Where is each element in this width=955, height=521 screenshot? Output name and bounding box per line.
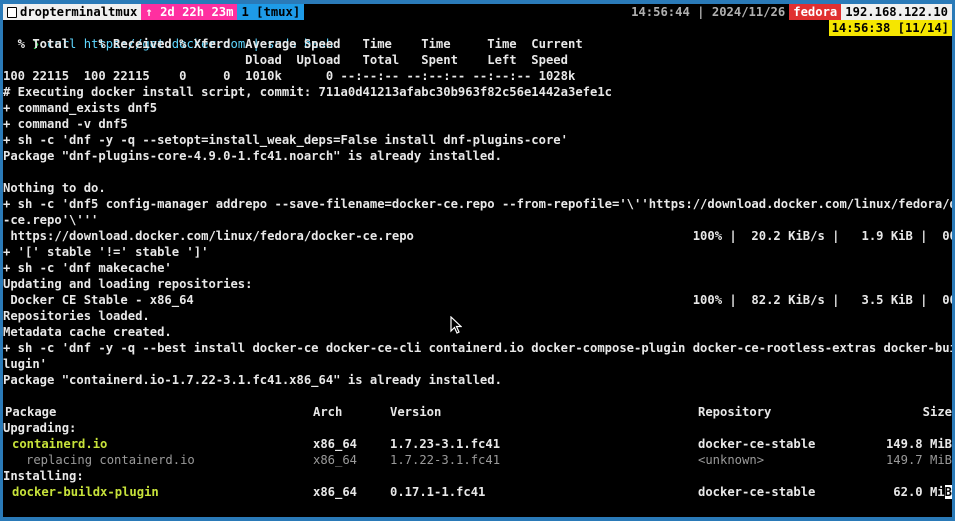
output-line: + command -v dnf5 bbox=[3, 117, 128, 131]
terminal-window[interactable]: dropterminaltmux ↑ 2d 22h 23m 1 [tmux] 1… bbox=[3, 4, 952, 517]
output-line: Package "containerd.io-1.7.22-3.1.fc41.x… bbox=[3, 373, 502, 387]
output-line: Nothing to do. bbox=[3, 181, 106, 195]
uptime-segment: ↑ 2d 22h 23m bbox=[141, 4, 238, 20]
output-lines: % Total % Received % Xferd Average Speed… bbox=[3, 36, 952, 404]
header-arch: Arch bbox=[313, 405, 343, 419]
output-line: + '[' stable '!=' stable ']' bbox=[3, 245, 209, 259]
session-segment[interactable]: dropterminaltmux bbox=[3, 4, 142, 20]
output-line: Package "dnf-plugins-core-4.9.0-1.fc41.n… bbox=[3, 149, 502, 163]
header-version: Version bbox=[390, 405, 442, 419]
package-arch: x86_64 bbox=[313, 485, 358, 499]
package-version: 0.17.1-1.fc41 bbox=[390, 485, 486, 499]
package-size-cell: 62.0 MiB bbox=[893, 484, 952, 500]
package-name: containerd.io bbox=[12, 437, 108, 451]
table-header: Package Arch Version Repository Size bbox=[3, 404, 952, 420]
upgrading-label: Upgrading: bbox=[3, 421, 77, 435]
date-text: 2024/11/26 bbox=[711, 5, 786, 19]
window-icon bbox=[7, 6, 17, 18]
session-name: dropterminaltmux bbox=[20, 5, 138, 19]
tmux-status-bar: dropterminaltmux ↑ 2d 22h 23m 1 [tmux] 1… bbox=[3, 4, 952, 20]
output-line: + sh -c 'dnf -y -q --setopt=install_weak… bbox=[3, 133, 568, 147]
output-line: Dload Upload Total Spent Left Speed bbox=[3, 53, 568, 67]
ip-segment: 192.168.122.10 bbox=[841, 4, 952, 20]
output-line: Docker CE Stable - x86_64 100% | 82.2 Ki… bbox=[3, 293, 952, 307]
package-arch: x86_64 bbox=[313, 437, 358, 451]
package-size: 149.8 MiB bbox=[885, 437, 952, 451]
output-line: % Total % Received % Xferd Average Speed… bbox=[3, 37, 583, 51]
package-size: 149.7 MiB bbox=[885, 453, 952, 467]
table-row: replacing containerd.io x86_64 1.7.22-3.… bbox=[3, 452, 952, 468]
window-tab[interactable]: 1 [tmux] bbox=[237, 4, 305, 20]
hostname-segment: fedora bbox=[789, 4, 842, 20]
package-repository: docker-ce-stable bbox=[698, 485, 816, 499]
table-row: docker-buildx-plugin x86_64 0.17.1-1.fc4… bbox=[3, 484, 952, 500]
header-size: Size bbox=[922, 405, 952, 419]
clock-segment: 14:56:44 | 2024/11/26 bbox=[627, 4, 789, 20]
output-line: lugin' bbox=[3, 357, 48, 371]
package-size: 62.0 Mi bbox=[893, 485, 945, 499]
package-arch: x86_64 bbox=[313, 453, 358, 467]
header-repository: Repository bbox=[698, 405, 772, 419]
package-repository: docker-ce-stable bbox=[698, 437, 816, 451]
output-line: # Executing docker install script, commi… bbox=[3, 85, 613, 99]
output-line: -ce.repo'\''' bbox=[3, 213, 99, 227]
copy-mode-badge: 14:56:38 [11/14] bbox=[828, 20, 952, 36]
package-table: Package Arch Version Repository Size Upg… bbox=[3, 404, 952, 500]
output-line: + command_exists dnf5 bbox=[3, 101, 158, 115]
separator: | bbox=[697, 5, 705, 19]
time-text: 14:56:44 bbox=[631, 5, 690, 19]
package-version: 1.7.23-3.1.fc41 bbox=[390, 437, 501, 451]
installing-label: Installing: bbox=[3, 469, 84, 483]
output-line: 100 22115 100 22115 0 0 1010k 0 --:--:--… bbox=[3, 69, 576, 83]
output-line: Repositories loaded. bbox=[3, 309, 150, 323]
header-package: Package bbox=[5, 405, 57, 419]
output-line: + sh -c 'dnf makecache' bbox=[3, 261, 172, 275]
package-name: replacing containerd.io bbox=[26, 453, 195, 467]
terminal-cursor: B bbox=[944, 485, 952, 499]
mouse-pointer-icon bbox=[450, 316, 462, 334]
prompt-line: ❯ curl https://get.docker.com | sudo bas… bbox=[3, 20, 952, 51]
package-version: 1.7.22-3.1.fc41 bbox=[390, 453, 501, 467]
package-name: docker-buildx-plugin bbox=[12, 485, 159, 499]
output-line: + sh -c 'dnf5 config-manager addrepo --s… bbox=[3, 197, 952, 211]
package-repository: <unknown> bbox=[698, 453, 765, 467]
output-line: + sh -c 'dnf -y -q --best install docker… bbox=[3, 341, 952, 355]
output-line: Updating and loading repositories: bbox=[3, 277, 253, 291]
table-row: containerd.io x86_64 1.7.23-3.1.fc41 doc… bbox=[3, 436, 952, 452]
output-line: Metadata cache created. bbox=[3, 325, 172, 339]
output-line: https://download.docker.com/linux/fedora… bbox=[3, 229, 952, 243]
